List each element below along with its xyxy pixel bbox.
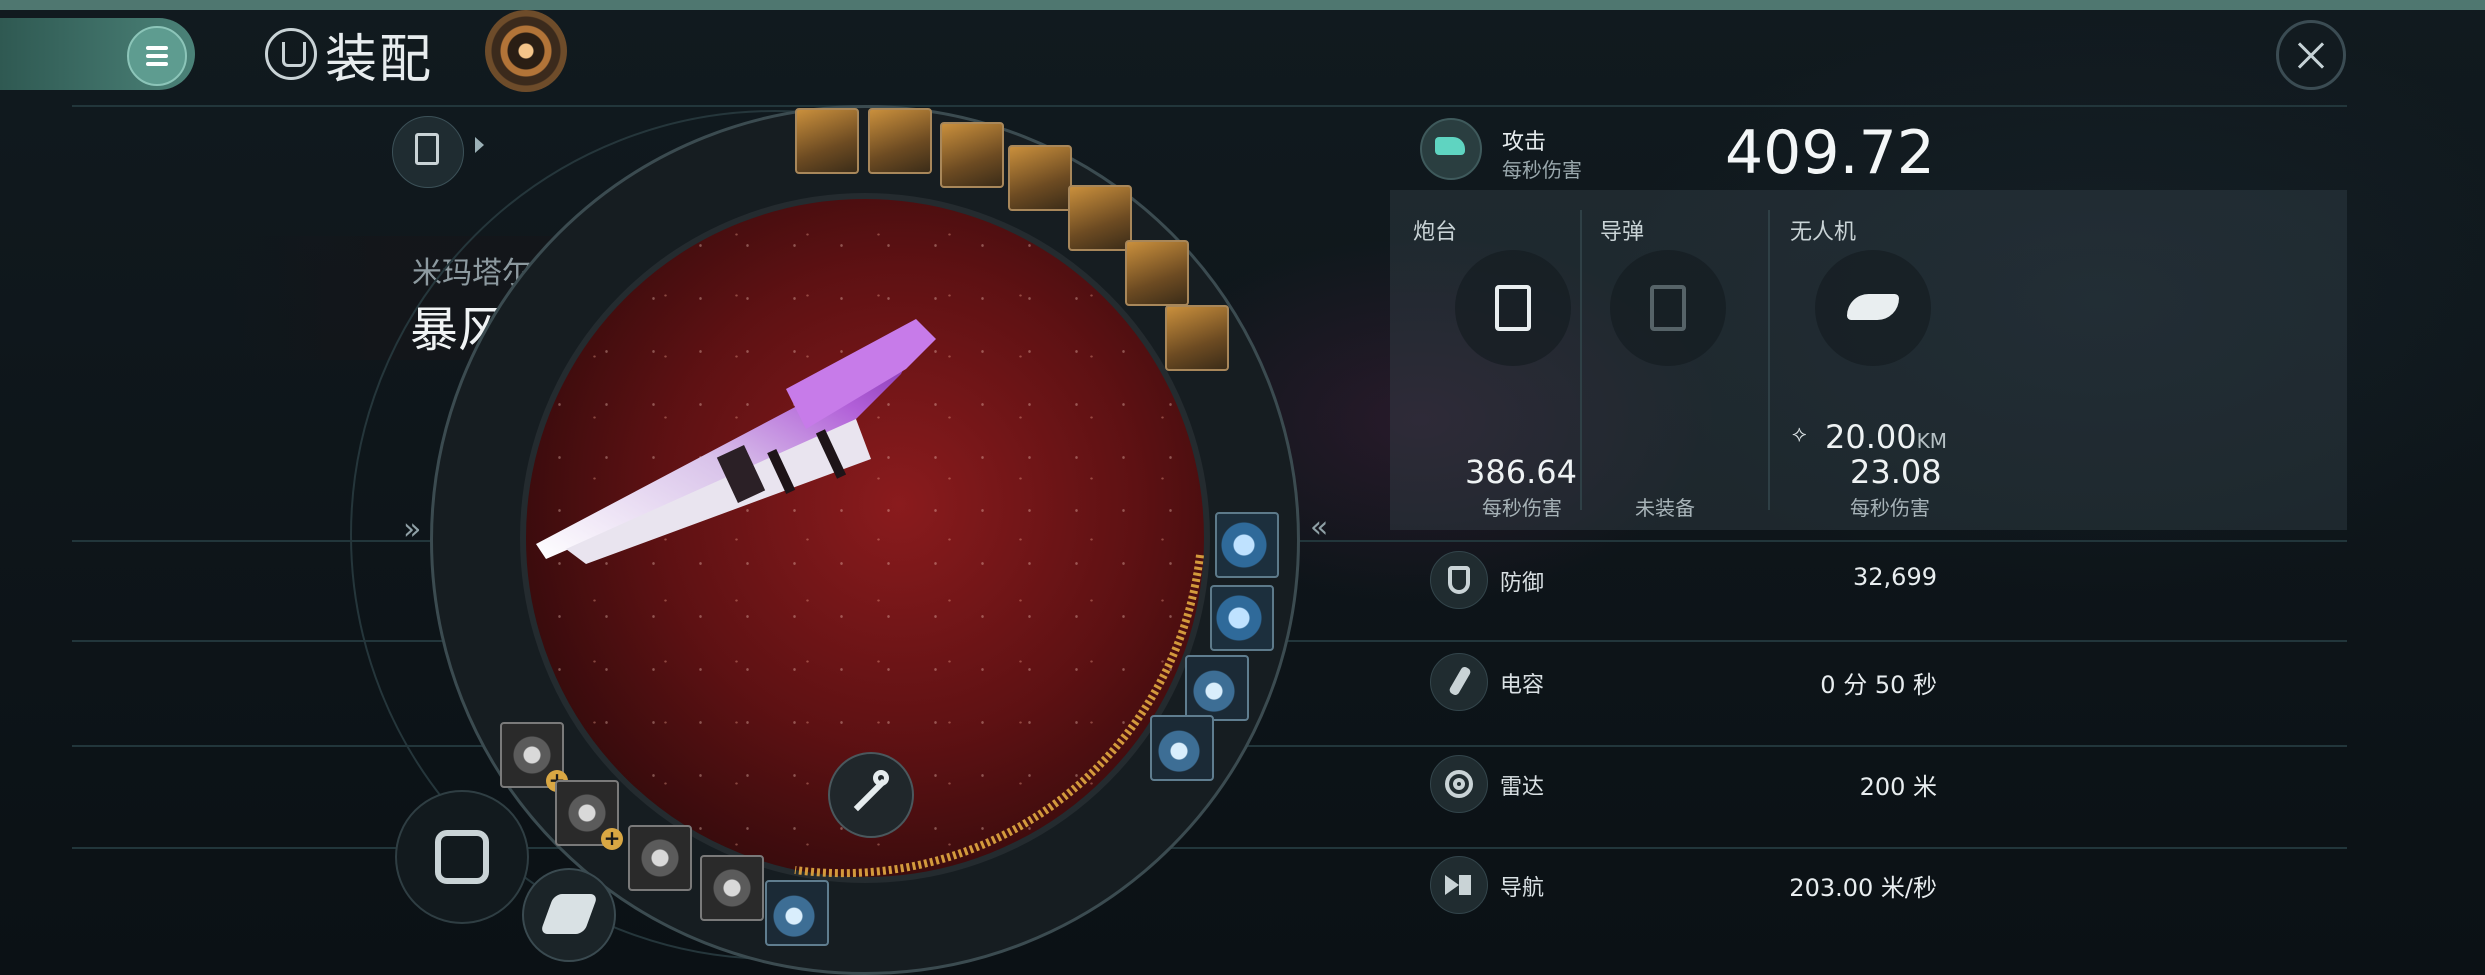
high-slot[interactable]: [1068, 185, 1132, 251]
turret-label: 炮台: [1413, 220, 1458, 245]
stat-name: 电容: [1500, 673, 1545, 698]
high-slot[interactable]: [1008, 145, 1072, 211]
drone-label: 无人机: [1790, 220, 1857, 245]
stat-name: 防御: [1500, 571, 1545, 596]
drone-range-unit: KM: [1916, 429, 1947, 453]
low-slot-empty[interactable]: +: [500, 722, 568, 792]
high-slot[interactable]: [868, 108, 932, 174]
low-slot-empty[interactable]: +: [555, 780, 623, 850]
shield-icon: [1430, 551, 1488, 609]
divider: [1580, 210, 1582, 510]
attack-icon: [1420, 118, 1482, 180]
fitting-icon: [265, 28, 317, 80]
page-title: 装配: [325, 29, 434, 90]
left-chevron[interactable]: »: [403, 512, 421, 547]
stat-value: 200 米: [1859, 773, 1937, 801]
top-accent-bar: [0, 0, 2485, 10]
add-icon: +: [601, 828, 623, 850]
attack-label: 攻击: [1502, 130, 1547, 155]
weapons-panel: 炮台 386.64 每秒伤害 导弹 未装备 无人机 23.08 每秒伤害: [1390, 190, 2347, 530]
turret-dps-label: 每秒伤害: [1482, 496, 1562, 520]
stat-row-capacitor[interactable]: 电容 0 分 50 秒: [1390, 645, 2347, 715]
low-slot[interactable]: [700, 855, 764, 921]
right-chevron[interactable]: «: [1310, 510, 1328, 545]
stat-value: 203.00 米/秒: [1789, 874, 1937, 902]
pilot-medal-icon[interactable]: [485, 10, 567, 92]
stat-name: 导航: [1500, 876, 1545, 901]
stat-row-navigation[interactable]: 导航 203.00 米/秒: [1390, 848, 2347, 918]
swap-button[interactable]: [522, 868, 616, 962]
close-button[interactable]: [2276, 20, 2346, 90]
missile-column[interactable]: 导弹 未装备: [1585, 190, 1770, 520]
attack-sub-label: 每秒伤害: [1502, 158, 1582, 182]
rig-slot[interactable]: [765, 880, 829, 946]
mid-slot[interactable]: [1215, 512, 1279, 578]
drone-range: 20.00KM: [1825, 418, 1947, 456]
drone-column[interactable]: 无人机 23.08 每秒伤害: [1770, 190, 1970, 520]
turret-icon: [1455, 250, 1571, 366]
high-slot[interactable]: [1165, 305, 1229, 371]
drone-dps-label: 每秒伤害: [1850, 496, 1930, 520]
high-slot[interactable]: [940, 122, 1004, 188]
high-slot[interactable]: [795, 108, 859, 174]
menu-icon: [127, 26, 187, 86]
low-slot[interactable]: [628, 825, 692, 891]
stat-name: 雷达: [1500, 775, 1545, 800]
missile-label: 导弹: [1600, 220, 1645, 245]
attack-value: 409.72: [1725, 118, 1935, 188]
range-icon: ⟡: [1792, 422, 1807, 447]
saved-fittings-icon[interactable]: [392, 116, 464, 188]
drone-dps: 23.08: [1850, 453, 1942, 491]
navigation-icon: [1430, 856, 1488, 914]
fittings-arrow-icon: [475, 137, 484, 153]
page-header: 装配: [265, 22, 433, 90]
turret-column[interactable]: 炮台 386.64 每秒伤害: [1390, 190, 1585, 520]
drone-icon: [1815, 250, 1931, 366]
missile-status: 未装备: [1635, 496, 1695, 520]
turret-dps: 386.64: [1465, 453, 1577, 491]
missile-icon: [1610, 250, 1726, 366]
wrench-icon[interactable]: [828, 752, 914, 838]
drone-range-value: 20.00: [1825, 418, 1917, 456]
stat-value: 32,699: [1853, 563, 1937, 591]
module-browser-button[interactable]: [395, 790, 529, 924]
stat-value: 0 分 50 秒: [1820, 671, 1937, 699]
stat-row-defense[interactable]: 防御 32,699: [1390, 543, 2347, 613]
stat-row-radar[interactable]: 雷达 200 米: [1390, 747, 2347, 817]
mid-slot[interactable]: [1210, 585, 1274, 651]
radar-icon: [1430, 755, 1488, 813]
capacitor-icon: [1430, 653, 1488, 711]
menu-button[interactable]: [0, 18, 195, 90]
high-slot[interactable]: [1125, 240, 1189, 306]
